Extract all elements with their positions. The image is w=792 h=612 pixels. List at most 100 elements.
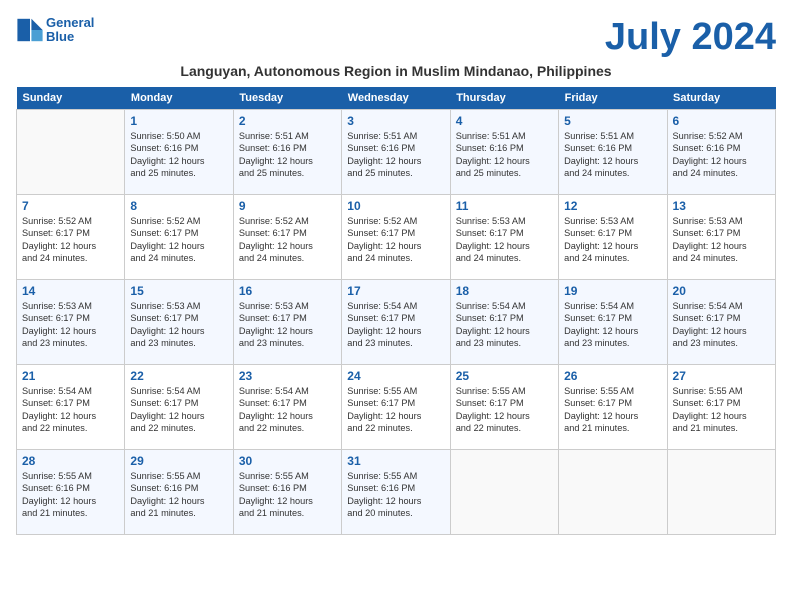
- calendar-cell: [559, 450, 667, 535]
- day-info: Sunrise: 5:53 AM Sunset: 6:17 PM Dayligh…: [22, 300, 119, 350]
- day-number: 20: [673, 284, 770, 298]
- location-title: Languyan, Autonomous Region in Muslim Mi…: [16, 63, 776, 79]
- calendar-cell: 6 Sunrise: 5:52 AM Sunset: 6:16 PM Daylig…: [667, 110, 775, 195]
- day-info: Sunrise: 5:55 AM Sunset: 6:17 PM Dayligh…: [347, 385, 444, 435]
- day-info: Sunrise: 5:53 AM Sunset: 6:17 PM Dayligh…: [130, 300, 227, 350]
- day-number: 11: [456, 199, 553, 213]
- calendar-cell: 25 Sunrise: 5:55 AM Sunset: 6:17 PM Dayli…: [450, 365, 558, 450]
- calendar-cell: 23Sunrise: 5:54 AM Sunset: 6:17 PM Dayli…: [233, 365, 341, 450]
- calendar-cell: 8Sunrise: 5:52 AM Sunset: 6:17 PM Daylig…: [125, 195, 233, 280]
- day-number: 30: [239, 454, 336, 468]
- calendar-cell: 28 Sunrise: 5:55 AM Sunset: 6:16 PM Dayli…: [17, 450, 125, 535]
- day-info: Sunrise: 5:52 AM Sunset: 6:17 PM Dayligh…: [22, 215, 119, 265]
- day-info: Sunrise: 5:54 AM Sunset: 6:17 PM Dayligh…: [456, 300, 553, 350]
- generalblue-logo-icon: [16, 16, 44, 44]
- day-number: 22: [130, 369, 227, 383]
- weekday-header-thursday: Thursday: [450, 87, 558, 110]
- day-number: 18: [456, 284, 553, 298]
- day-number: 6: [673, 114, 770, 128]
- weekday-header-friday: Friday: [559, 87, 667, 110]
- day-number: 24: [347, 369, 444, 383]
- day-number: 5: [564, 114, 661, 128]
- day-number: 26: [564, 369, 661, 383]
- calendar-cell: 20Sunrise: 5:54 AM Sunset: 6:17 PM Dayli…: [667, 280, 775, 365]
- calendar-cell: [450, 450, 558, 535]
- day-number: 28: [22, 454, 119, 468]
- calendar-cell: 31Sunrise: 5:55 AM Sunset: 6:16 PM Dayli…: [342, 450, 450, 535]
- day-info: Sunrise: 5:54 AM Sunset: 6:17 PM Dayligh…: [130, 385, 227, 435]
- day-info: Sunrise: 5:55 AM Sunset: 6:16 PM Dayligh…: [22, 470, 119, 520]
- calendar-cell: [667, 450, 775, 535]
- calendar-cell: 14 Sunrise: 5:53 AM Sunset: 6:17 PM Dayli…: [17, 280, 125, 365]
- day-info: Sunrise: 5:53 AM Sunset: 6:17 PM Dayligh…: [673, 215, 770, 265]
- calendar-cell: 9Sunrise: 5:52 AM Sunset: 6:17 PM Daylig…: [233, 195, 341, 280]
- calendar-cell: 7 Sunrise: 5:52 AM Sunset: 6:17 PM Daylig…: [17, 195, 125, 280]
- logo-text: General Blue: [46, 16, 94, 45]
- logo: General Blue: [16, 16, 94, 45]
- day-info: Sunrise: 5:51 AM Sunset: 6:16 PM Dayligh…: [564, 130, 661, 180]
- day-number: 25: [456, 369, 553, 383]
- month-year-title: July 2024: [605, 16, 776, 59]
- calendar-cell: 4 Sunrise: 5:51 AM Sunset: 6:16 PM Daylig…: [450, 110, 558, 195]
- weekday-header-monday: Monday: [125, 87, 233, 110]
- day-number: 19: [564, 284, 661, 298]
- day-number: 14: [22, 284, 119, 298]
- day-number: 4: [456, 114, 553, 128]
- calendar-week-5: 28 Sunrise: 5:55 AM Sunset: 6:16 PM Dayli…: [17, 450, 776, 535]
- calendar-cell: 29Sunrise: 5:55 AM Sunset: 6:16 PM Dayli…: [125, 450, 233, 535]
- calendar-cell: 2 Sunrise: 5:51 AM Sunset: 6:16 PM Daylig…: [233, 110, 341, 195]
- day-number: 27: [673, 369, 770, 383]
- calendar-week-4: 21 Sunrise: 5:54 AM Sunset: 6:17 PM Dayli…: [17, 365, 776, 450]
- calendar-cell: 27 Sunrise: 5:55 AM Sunset: 6:17 PM Dayli…: [667, 365, 775, 450]
- day-info: Sunrise: 5:53 AM Sunset: 6:17 PM Dayligh…: [239, 300, 336, 350]
- day-info: Sunrise: 5:52 AM Sunset: 6:17 PM Dayligh…: [347, 215, 444, 265]
- calendar-cell: [17, 110, 125, 195]
- day-number: 7: [22, 199, 119, 213]
- calendar-cell: 1Sunrise: 5:50 AM Sunset: 6:16 PM Daylig…: [125, 110, 233, 195]
- calendar-cell: 5 Sunrise: 5:51 AM Sunset: 6:16 PM Daylig…: [559, 110, 667, 195]
- day-info: Sunrise: 5:52 AM Sunset: 6:16 PM Dayligh…: [673, 130, 770, 180]
- calendar-cell: 21 Sunrise: 5:54 AM Sunset: 6:17 PM Dayli…: [17, 365, 125, 450]
- calendar-cell: 24 Sunrise: 5:55 AM Sunset: 6:17 PM Dayli…: [342, 365, 450, 450]
- calendar-week-3: 14 Sunrise: 5:53 AM Sunset: 6:17 PM Dayli…: [17, 280, 776, 365]
- calendar-week-1: 1Sunrise: 5:50 AM Sunset: 6:16 PM Daylig…: [17, 110, 776, 195]
- day-number: 31: [347, 454, 444, 468]
- day-number: 8: [130, 199, 227, 213]
- calendar-cell: 11 Sunrise: 5:53 AM Sunset: 6:17 PM Dayli…: [450, 195, 558, 280]
- weekday-header-sunday: Sunday: [17, 87, 125, 110]
- weekday-header-saturday: Saturday: [667, 87, 775, 110]
- day-number: 23: [239, 369, 336, 383]
- logo-line2: Blue: [46, 30, 94, 44]
- day-number: 10: [347, 199, 444, 213]
- day-number: 29: [130, 454, 227, 468]
- day-number: 12: [564, 199, 661, 213]
- calendar-cell: 19 Sunrise: 5:54 AM Sunset: 6:17 PM Dayli…: [559, 280, 667, 365]
- calendar-cell: 13 Sunrise: 5:53 AM Sunset: 6:17 PM Dayli…: [667, 195, 775, 280]
- calendar-cell: 15Sunrise: 5:53 AM Sunset: 6:17 PM Dayli…: [125, 280, 233, 365]
- calendar-week-2: 7 Sunrise: 5:52 AM Sunset: 6:17 PM Daylig…: [17, 195, 776, 280]
- day-info: Sunrise: 5:54 AM Sunset: 6:17 PM Dayligh…: [22, 385, 119, 435]
- day-number: 2: [239, 114, 336, 128]
- day-info: Sunrise: 5:55 AM Sunset: 6:16 PM Dayligh…: [239, 470, 336, 520]
- weekday-header-wednesday: Wednesday: [342, 87, 450, 110]
- day-number: 17: [347, 284, 444, 298]
- day-number: 21: [22, 369, 119, 383]
- calendar-cell: 16Sunrise: 5:53 AM Sunset: 6:17 PM Dayli…: [233, 280, 341, 365]
- day-info: Sunrise: 5:55 AM Sunset: 6:17 PM Dayligh…: [456, 385, 553, 435]
- day-info: Sunrise: 5:51 AM Sunset: 6:16 PM Dayligh…: [239, 130, 336, 180]
- calendar-table: SundayMondayTuesdayWednesdayThursdayFrid…: [16, 87, 776, 535]
- day-info: Sunrise: 5:51 AM Sunset: 6:16 PM Dayligh…: [456, 130, 553, 180]
- calendar-cell: 3 Sunrise: 5:51 AM Sunset: 6:16 PM Daylig…: [342, 110, 450, 195]
- day-number: 13: [673, 199, 770, 213]
- calendar-cell: 22 Sunrise: 5:54 AM Sunset: 6:17 PM Dayli…: [125, 365, 233, 450]
- day-info: Sunrise: 5:53 AM Sunset: 6:17 PM Dayligh…: [564, 215, 661, 265]
- day-info: Sunrise: 5:52 AM Sunset: 6:17 PM Dayligh…: [239, 215, 336, 265]
- day-number: 3: [347, 114, 444, 128]
- calendar-cell: 10 Sunrise: 5:52 AM Sunset: 6:17 PM Dayli…: [342, 195, 450, 280]
- day-info: Sunrise: 5:54 AM Sunset: 6:17 PM Dayligh…: [564, 300, 661, 350]
- calendar-cell: 30 Sunrise: 5:55 AM Sunset: 6:16 PM Dayli…: [233, 450, 341, 535]
- day-info: Sunrise: 5:55 AM Sunset: 6:17 PM Dayligh…: [673, 385, 770, 435]
- weekday-header-tuesday: Tuesday: [233, 87, 341, 110]
- day-info: Sunrise: 5:53 AM Sunset: 6:17 PM Dayligh…: [456, 215, 553, 265]
- day-info: Sunrise: 5:51 AM Sunset: 6:16 PM Dayligh…: [347, 130, 444, 180]
